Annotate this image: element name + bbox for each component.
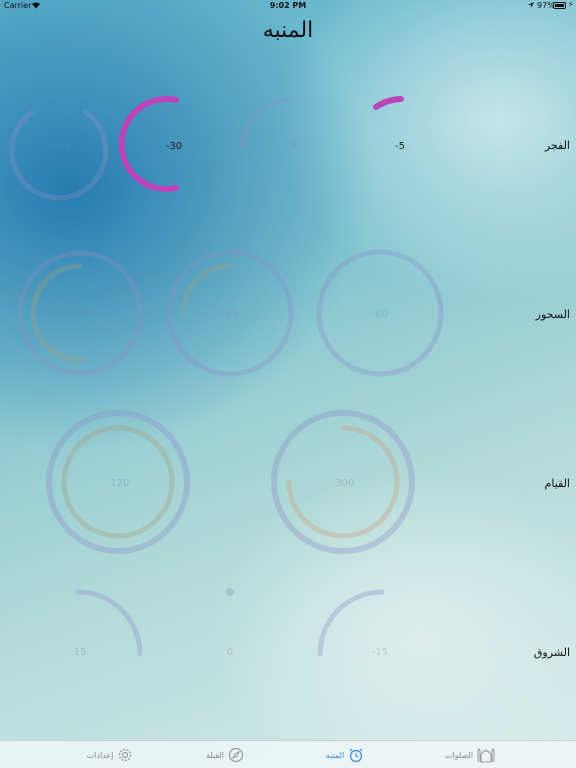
alarm-ring-sunrise-0[interactable]: 0 bbox=[226, 588, 234, 658]
ring-value: -60 bbox=[372, 309, 388, 320]
alarm-ring-suhoor-25[interactable]: -25 bbox=[166, 249, 294, 377]
alarm-clock-icon bbox=[348, 747, 364, 763]
ring-value: -45 bbox=[54, 141, 70, 152]
tab-settings[interactable]: إعدادات bbox=[70, 741, 150, 768]
ring-value: -15 bbox=[372, 647, 388, 658]
tab-bar: إعدادات القبلة المنبه الصلوات bbox=[0, 740, 576, 768]
tab-qibla[interactable]: القبلة bbox=[195, 741, 255, 768]
alarm-ring-qiyam-300[interactable]: -300 bbox=[271, 410, 415, 554]
ring-value: -300 bbox=[332, 478, 355, 489]
tab-alarm[interactable]: المنبه bbox=[315, 741, 375, 768]
ring-value: -15 bbox=[281, 141, 297, 152]
tab-label: القبلة bbox=[205, 750, 225, 760]
ring-value: -90 bbox=[72, 309, 88, 320]
ring-value: -30 bbox=[166, 141, 182, 152]
tab-label: إعدادات bbox=[86, 750, 114, 760]
ring-value: 15 bbox=[74, 647, 87, 658]
ring-value: -25 bbox=[222, 309, 238, 320]
tab-label: المنبه bbox=[325, 750, 345, 760]
alarm-ring-suhoor-60[interactable]: -60 bbox=[316, 249, 444, 377]
ring-value: -120 bbox=[107, 478, 130, 489]
compass-icon bbox=[228, 747, 244, 763]
alarm-ring-fajr-45[interactable]: -45 bbox=[9, 109, 109, 201]
alarm-rings: -45 -30 -15 -5 -90 -25 -60 -120 -300 15 … bbox=[9, 96, 444, 658]
alarm-ring-fajr-5[interactable]: -5 bbox=[373, 96, 405, 152]
alarm-ring-fajr-30[interactable]: -30 bbox=[118, 96, 183, 192]
alarm-ring-suhoor-90[interactable]: -90 bbox=[17, 250, 143, 376]
gear-icon bbox=[117, 747, 133, 763]
alarm-ring-sunrise-minus15[interactable]: -15 bbox=[317, 589, 388, 658]
tab-label: الصلوات bbox=[444, 750, 474, 760]
ring-value: -5 bbox=[395, 141, 405, 152]
alarm-ring-fajr-15[interactable]: -15 bbox=[239, 96, 297, 152]
ring-value: 0 bbox=[227, 647, 233, 658]
alarm-ring-qiyam-120[interactable]: -120 bbox=[46, 410, 190, 554]
alarm-ring-sunrise-15[interactable]: 15 bbox=[74, 589, 143, 658]
mosque-icon bbox=[477, 747, 495, 763]
tab-prayers[interactable]: الصلوات bbox=[435, 741, 505, 768]
